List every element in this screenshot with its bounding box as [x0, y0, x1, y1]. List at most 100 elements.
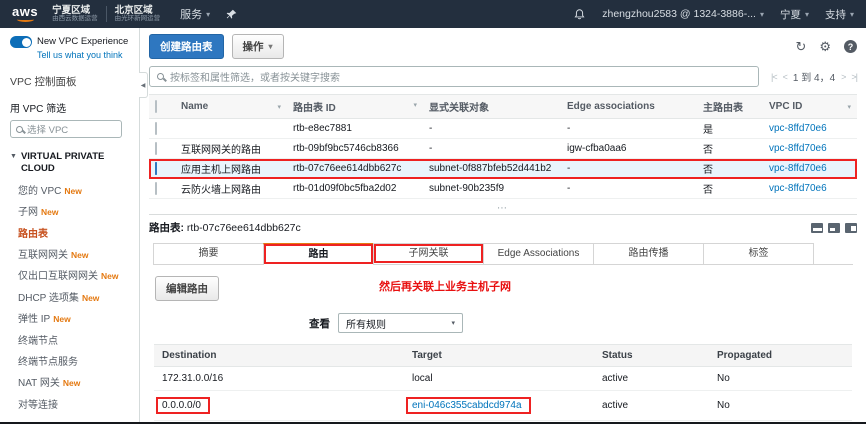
detail-tabs: 摘要 路由 子网关联 Edge Associations 路由传播 标签: [153, 243, 853, 265]
view-label: 查看: [309, 316, 330, 331]
panel-splitter[interactable]: ⋯: [149, 206, 857, 215]
sidebar-item-subnets[interactable]: 子网New: [10, 200, 135, 221]
destination-highlighted: 0.0.0.0/0: [156, 397, 210, 414]
tab-summary[interactable]: 摘要: [153, 243, 264, 264]
col-vpc-id[interactable]: VPC ID▾: [763, 95, 857, 119]
col-route-table-id[interactable]: 路由表 ID▾: [287, 95, 423, 119]
vpc-dashboard-link[interactable]: VPC 控制面板: [10, 74, 135, 89]
aws-smile-icon: [17, 17, 34, 22]
sidebar-item-your-vpcs[interactable]: 您的 VPCNew: [10, 179, 135, 200]
detail-header: 路由表: rtb-07c76ee614dbb627c: [149, 220, 857, 235]
new-vpc-experience-toggle[interactable]: [10, 36, 32, 48]
page-first-button[interactable]: |<: [771, 72, 777, 82]
sidebar-item-peering-connections[interactable]: 对等连接: [10, 393, 135, 414]
aws-logo[interactable]: aws: [12, 6, 38, 22]
sidebar-item-egress-only-gateways[interactable]: 仅出口互联网网关New: [10, 264, 135, 285]
vpc-link[interactable]: vpc-8ffd70e6: [769, 143, 827, 154]
region-menu[interactable]: 宁夏 ▾: [780, 7, 809, 22]
services-menu[interactable]: 服务 ▾: [180, 6, 210, 22]
filter-search-input[interactable]: 按标签和属性筛选，或者按关键字搜索: [149, 66, 759, 87]
actions-button[interactable]: 操作 ▾: [232, 34, 284, 59]
col-edge-assoc[interactable]: Edge associations: [561, 95, 697, 119]
col-target: Target: [404, 345, 594, 367]
row-checkbox[interactable]: [155, 142, 157, 155]
col-status: Status: [594, 345, 709, 367]
chevron-down-icon: ▾: [206, 10, 210, 19]
search-icon: [16, 126, 23, 133]
view-rules-select[interactable]: 所有规则 ▾: [338, 313, 463, 333]
aws-logo-text: aws: [12, 6, 38, 17]
page-last-button[interactable]: >|: [851, 72, 857, 82]
tab-subnet-associations[interactable]: 子网关联: [373, 243, 484, 264]
row-checkbox[interactable]: [155, 182, 157, 195]
row-checkbox-checked[interactable]: [155, 162, 157, 175]
toggle-label: New VPC Experience: [37, 37, 128, 47]
view-filter-row: 查看 所有规则 ▾: [309, 313, 857, 333]
sidebar-item-route-tables[interactable]: 路由表: [10, 222, 135, 243]
pagination: |< < 1 到 4，4 > >|: [771, 69, 857, 84]
sidebar-item-endpoint-services[interactable]: 终端节点服务: [10, 350, 135, 371]
table-row[interactable]: rtb-e8ec7881 - - 是 vpc-8ffd70e6: [149, 119, 857, 139]
sort-icon: ▾: [277, 103, 281, 111]
page-prev-button[interactable]: <: [783, 72, 787, 82]
vpc-filter-input[interactable]: 选择 VPC: [10, 120, 122, 138]
create-route-table-button[interactable]: 创建路由表: [149, 34, 224, 59]
toolbar-icons: ↻ ⚙ ?: [795, 40, 857, 53]
edit-routes-button[interactable]: 编辑路由: [155, 276, 219, 301]
splitter-handle-icon: ⋯: [497, 203, 509, 214]
table-row[interactable]: 互联网网关的路由 rtb-09bf9bc5746cb8366 - igw-cfb…: [149, 139, 857, 159]
sidebar-item-nat-gateways[interactable]: NAT 网关New: [10, 371, 135, 392]
region-beijing[interactable]: 北京区域 由光环新网运营: [115, 6, 161, 23]
chevron-down-icon: ▾: [269, 42, 273, 51]
vpc-link[interactable]: vpc-8ffd70e6: [769, 163, 827, 174]
layout-toggle-icons: [811, 223, 857, 233]
col-propagated: Propagated: [709, 345, 852, 367]
layout-bottom-pane-icon[interactable]: [811, 223, 823, 233]
col-explicit-assoc[interactable]: 显式关联对象: [423, 95, 561, 119]
row-checkbox[interactable]: [155, 122, 157, 135]
layout-side-pane-icon[interactable]: [845, 223, 857, 233]
page-next-button[interactable]: >: [841, 72, 845, 82]
account-menu[interactable]: zhengzhou2583 @ 1324-3886-... ▾: [602, 8, 764, 20]
route-row: 0.0.0.0/0 eni-046c355cabdcd974a active N…: [154, 391, 852, 421]
new-badge: New: [63, 378, 80, 388]
table-row-selected[interactable]: 应用主机上网路由 rtb-07c76ee614dbb627c subnet-0f…: [149, 159, 857, 179]
sidebar-item-internet-gateways[interactable]: 互联网网关New: [10, 243, 135, 264]
support-menu[interactable]: 支持 ▾: [825, 7, 854, 22]
toolbar: 创建路由表 操作 ▾ ↻ ⚙ ?: [149, 28, 857, 59]
help-icon[interactable]: ?: [844, 40, 857, 53]
collapse-arrow-icon: ◀: [141, 82, 146, 89]
vpc-link[interactable]: vpc-8ffd70e6: [769, 123, 827, 134]
new-vpc-experience-toggle-row: New VPC Experience: [10, 36, 135, 48]
vpc-link[interactable]: vpc-8ffd70e6: [769, 183, 827, 194]
col-destination: Destination: [154, 345, 404, 367]
pushpin-icon[interactable]: [226, 9, 237, 20]
sidebar-item-endpoints[interactable]: 终端节点: [10, 328, 135, 349]
detail-title: 路由表: rtb-07c76ee614dbb627c: [149, 220, 301, 235]
sidebar-item-elastic-ips[interactable]: 弹性 IPNew: [10, 307, 135, 328]
table-row[interactable]: 云防火墙上网路由 rtb-01d09f0bc5fba2d02 subnet-90…: [149, 179, 857, 199]
sort-icon: ▾: [413, 101, 417, 109]
col-main[interactable]: 主路由表: [697, 95, 763, 119]
tab-tags[interactable]: 标签: [703, 243, 814, 264]
sidebar-collapse-handle[interactable]: ◀: [139, 72, 148, 98]
eni-link[interactable]: eni-046c355cabdcd974a: [412, 400, 522, 411]
layout-half-pane-icon[interactable]: [828, 223, 840, 233]
main-content: 创建路由表 操作 ▾ ↻ ⚙ ? 按标签和属性筛选，或者按关键字搜索 |< < …: [140, 28, 866, 422]
tab-edge-associations[interactable]: Edge Associations: [483, 243, 594, 264]
sort-icon: ▾: [847, 103, 851, 111]
sidebar-item-dhcp-option-sets[interactable]: DHCP 选项集New: [10, 286, 135, 307]
chevron-down-icon: ▾: [451, 319, 455, 327]
bell-icon[interactable]: [573, 8, 586, 21]
tab-routes[interactable]: 路由: [263, 243, 374, 265]
refresh-icon[interactable]: ↻: [795, 40, 806, 53]
tab-route-propagation[interactable]: 路由传播: [593, 243, 704, 264]
region-ningxia[interactable]: 宁夏区域 由西云数据运营: [52, 6, 98, 23]
feedback-link[interactable]: Tell us what you think: [37, 50, 135, 60]
select-all-checkbox[interactable]: [155, 100, 157, 113]
gear-icon[interactable]: ⚙: [819, 40, 831, 53]
new-badge: New: [41, 207, 58, 217]
section-virtual-private-cloud[interactable]: ▼ VIRTUAL PRIVATE CLOUD: [10, 151, 135, 175]
col-name[interactable]: Name▾: [175, 95, 287, 119]
new-badge: New: [82, 293, 99, 303]
